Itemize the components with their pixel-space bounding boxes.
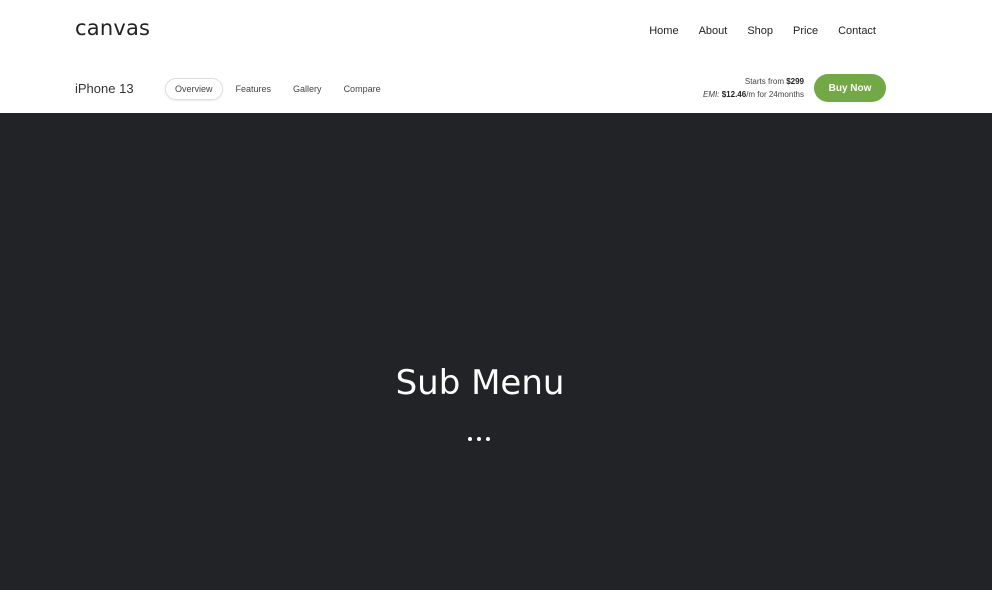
dots-divider-icon bbox=[468, 437, 490, 441]
tab-features[interactable]: Features bbox=[227, 79, 281, 99]
emi-info: EMI: $12.46/m for 24months bbox=[703, 88, 804, 101]
nav-about[interactable]: About bbox=[699, 25, 728, 37]
sub-navbar: iPhone 13 Overview Features Gallery Comp… bbox=[0, 62, 992, 113]
sub-nav: Overview Features Gallery Compare bbox=[165, 78, 394, 100]
dot-icon bbox=[468, 437, 472, 441]
main-nav: Home About Shop Price Contact bbox=[629, 25, 876, 37]
nav-home[interactable]: Home bbox=[649, 25, 678, 37]
price-info: Starts from $299 EMI: $12.46/m for 24mon… bbox=[703, 75, 804, 101]
hero-title: Sub Menu bbox=[395, 363, 565, 403]
nav-shop[interactable]: Shop bbox=[747, 25, 773, 37]
emi-suffix: /m for 24months bbox=[746, 90, 804, 99]
nav-price[interactable]: Price bbox=[793, 25, 818, 37]
logo[interactable]: canvas bbox=[75, 16, 150, 40]
price-value: $299 bbox=[786, 77, 804, 86]
emi-prefix: EMI: bbox=[703, 90, 722, 99]
nav-contact[interactable]: Contact bbox=[838, 25, 876, 37]
tab-gallery[interactable]: Gallery bbox=[284, 79, 331, 99]
hero-section: Sub Menu bbox=[0, 113, 992, 590]
top-navbar: canvas Home About Shop Price Contact bbox=[0, 0, 992, 62]
dot-icon bbox=[477, 437, 481, 441]
product-name: iPhone 13 bbox=[75, 81, 134, 96]
emi-amount: $12.46 bbox=[721, 90, 747, 99]
starting-price: Starts from $299 bbox=[703, 75, 804, 88]
buy-now-button[interactable]: Buy Now bbox=[814, 74, 886, 102]
dot-icon bbox=[486, 437, 490, 441]
tab-compare[interactable]: Compare bbox=[335, 79, 390, 99]
price-prefix: Starts from bbox=[744, 77, 787, 86]
tab-overview[interactable]: Overview bbox=[165, 78, 223, 100]
